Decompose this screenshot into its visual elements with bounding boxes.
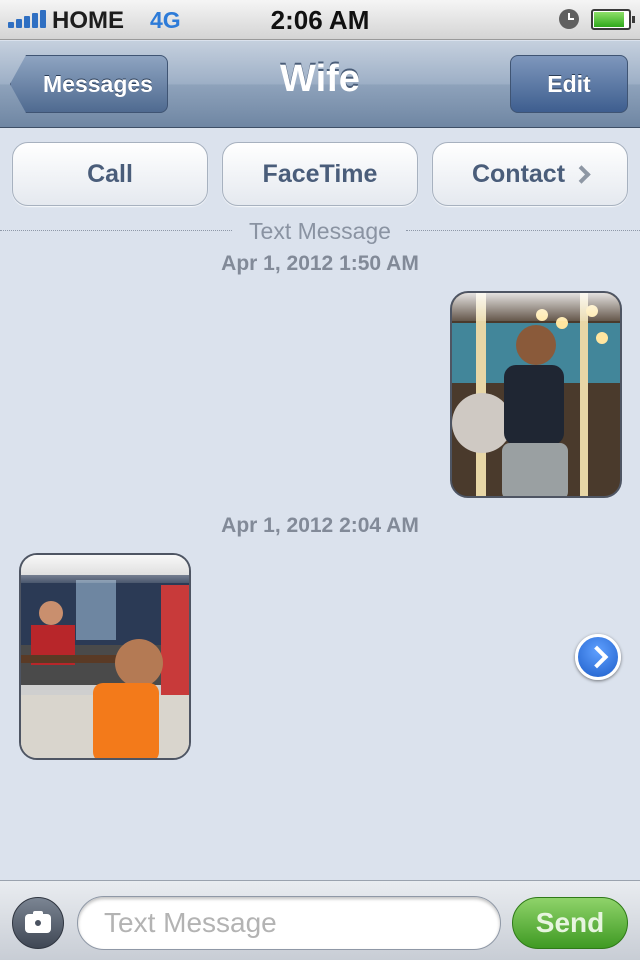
separator-label: Text Message bbox=[0, 218, 640, 245]
message-timestamp: Apr 1, 2012 1:50 AM bbox=[221, 252, 419, 275]
edit-button[interactable]: Edit bbox=[510, 55, 628, 113]
message-timestamp: Apr 1, 2012 2:04 AM bbox=[221, 514, 419, 537]
nav-bar: Messages Wife Edit bbox=[0, 41, 640, 128]
status-time: 2:06 AM bbox=[270, 5, 370, 35]
status-bar: HOME 4G 2:06 AM bbox=[0, 0, 640, 40]
alarm-icon bbox=[559, 9, 579, 29]
camera-button[interactable] bbox=[12, 897, 64, 949]
carousel-photo bbox=[452, 293, 620, 496]
camera-icon-body bbox=[25, 914, 51, 933]
sent-photo-bubble[interactable] bbox=[450, 291, 622, 498]
received-photo-bubble[interactable] bbox=[19, 553, 191, 760]
battery-icon bbox=[591, 9, 635, 30]
chevron-right-icon bbox=[572, 164, 591, 184]
call-button[interactable]: Call bbox=[12, 142, 208, 206]
send-button[interactable]: Send bbox=[512, 897, 628, 949]
contact-button[interactable]: Contact bbox=[432, 142, 628, 206]
message-input[interactable] bbox=[77, 896, 501, 950]
facetime-button[interactable]: FaceTime bbox=[222, 142, 418, 206]
contact-label: Contact bbox=[471, 159, 566, 188]
call-label: Call bbox=[87, 159, 133, 188]
facetime-label: FaceTime bbox=[262, 159, 378, 188]
photo-detail-button[interactable] bbox=[575, 634, 621, 680]
composer-bar: Send bbox=[0, 880, 640, 960]
party-photo bbox=[21, 555, 189, 758]
